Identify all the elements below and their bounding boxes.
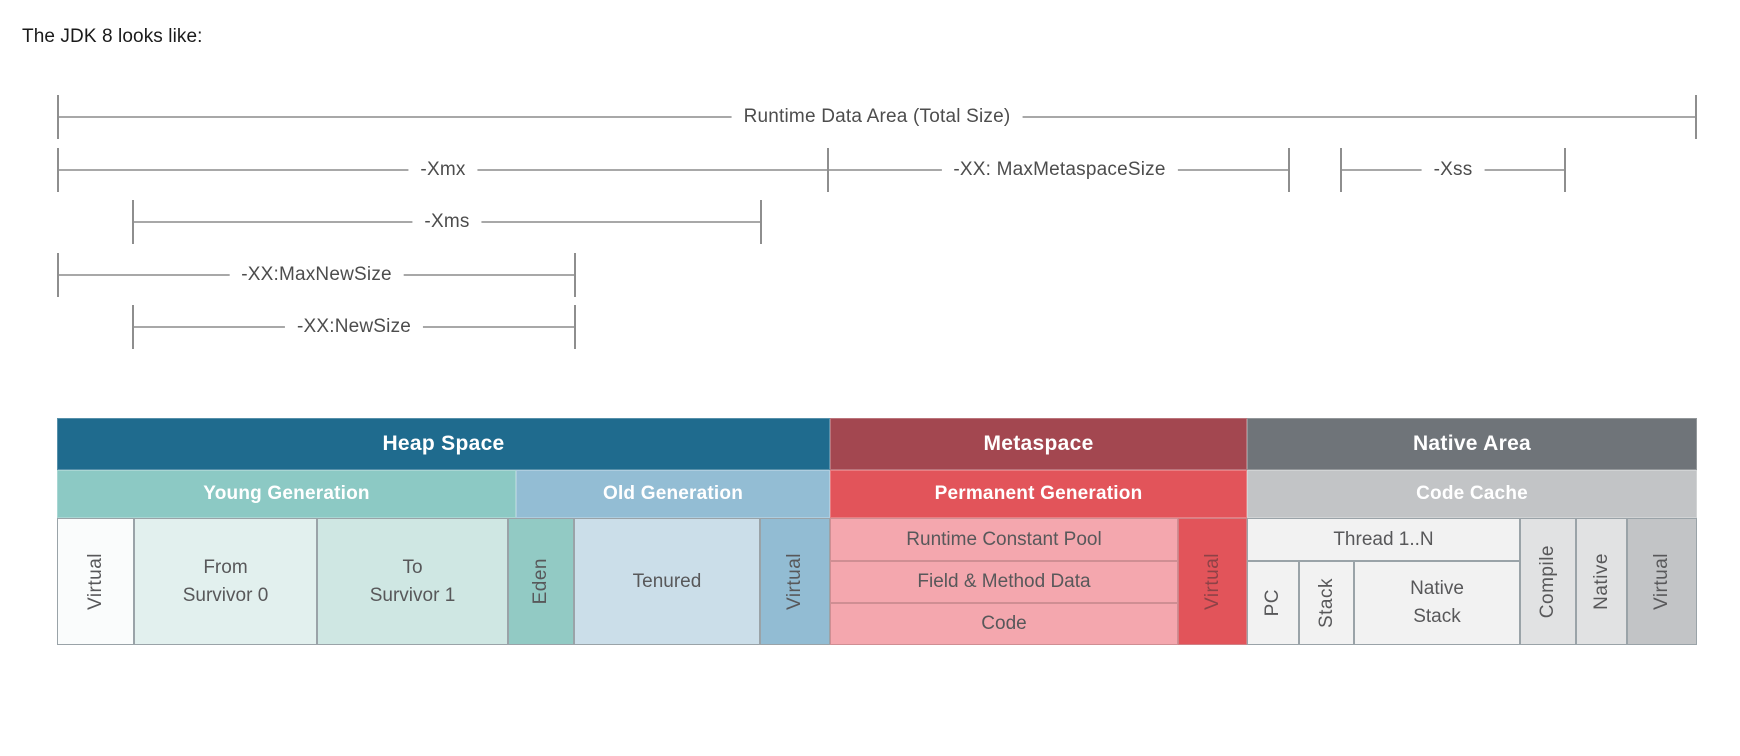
ruler-label: -XX:MaxNewSize — [229, 264, 404, 286]
cell-pc: PC — [1247, 561, 1299, 645]
cell-compile: Compile — [1520, 518, 1576, 645]
ruler-label: -Xmx — [408, 159, 478, 181]
cell-stack: Stack — [1299, 561, 1354, 645]
cell-label: Thread 1..N — [1333, 528, 1434, 550]
cell-metaspace-virtual: Virtual — [1178, 518, 1247, 645]
ruler-max-new-size: -XX:MaxNewSize — [57, 253, 576, 297]
memory-layout-diagram: Heap Space Metaspace Native Area Young G… — [57, 418, 1697, 645]
cell-field-method-data: Field & Method Data — [830, 561, 1178, 603]
ruler-runtime-data-area: Runtime Data Area (Total Size) — [57, 95, 1697, 139]
cell-old-virtual: Virtual — [760, 518, 830, 645]
ruler-label: -XX:NewSize — [284, 316, 424, 338]
region-label: Code Cache — [1416, 483, 1528, 504]
region-label: Old Generation — [602, 483, 744, 504]
cell-label: Tenured — [632, 570, 702, 592]
cell-from-survivor-0: From Survivor 0 — [134, 518, 317, 645]
cell-label: Virtual — [1201, 552, 1223, 610]
region-label: Young Generation — [203, 483, 370, 504]
region-label: Metaspace — [983, 432, 1094, 455]
ruler-label: Runtime Data Area (Total Size) — [731, 106, 1023, 128]
cell-label: Field & Method Data — [917, 571, 1091, 592]
cell-label: To Survivor 1 — [369, 556, 456, 606]
ruler-max-metaspace-size: -XX: MaxMetaspaceSize — [829, 148, 1290, 192]
ruler-xmx: -Xmx — [57, 148, 829, 192]
cell-tenured: Tenured — [574, 518, 760, 645]
region-native-area: Native Area — [1247, 418, 1697, 470]
region-label: Native Area — [1412, 432, 1532, 455]
region-young-generation: Young Generation — [57, 470, 516, 518]
cell-eden: Eden — [508, 518, 574, 645]
ruler-label: -XX: MaxMetaspaceSize — [941, 159, 1178, 181]
cell-native-virtual: Virtual — [1627, 518, 1697, 645]
cell-label: Native — [1590, 553, 1612, 610]
cell-young-virtual: Virtual — [57, 518, 134, 645]
cell-label: Code — [981, 613, 1027, 634]
cell-to-survivor-1: To Survivor 1 — [317, 518, 508, 645]
cell-label: Virtual — [784, 552, 805, 610]
region-label: Heap Space — [382, 432, 505, 455]
cell-label: PC — [1262, 589, 1283, 617]
region-label: Permanent Generation — [934, 483, 1143, 504]
region-code-cache: Code Cache — [1247, 470, 1697, 518]
cell-label: From Survivor 0 — [182, 556, 269, 606]
cell-label: Runtime Constant Pool — [906, 528, 1102, 550]
cell-label: Compile — [1537, 544, 1558, 619]
cell-runtime-constant-pool: Runtime Constant Pool — [830, 518, 1178, 561]
ruler-label: -Xss — [1421, 159, 1485, 181]
cell-native: Native — [1576, 518, 1627, 645]
cell-label: Native Stack — [1410, 578, 1464, 627]
ruler-xss: -Xss — [1340, 148, 1566, 192]
region-permanent-generation: Permanent Generation — [830, 470, 1247, 518]
region-metaspace: Metaspace — [830, 418, 1247, 470]
ruler-new-size: -XX:NewSize — [132, 305, 576, 349]
cell-thread-header: Thread 1..N — [1247, 518, 1520, 561]
cell-label: Virtual — [84, 552, 106, 610]
parameter-rulers: Runtime Data Area (Total Size) -Xmx -XX:… — [0, 0, 1740, 370]
cell-label: Virtual — [1651, 552, 1672, 610]
cell-label: Eden — [530, 558, 551, 605]
cell-code: Code — [830, 603, 1178, 645]
cell-label: Stack — [1315, 577, 1337, 629]
ruler-label: -Xms — [412, 211, 482, 233]
region-old-generation: Old Generation — [516, 470, 830, 518]
cell-native-stack: Native Stack — [1354, 561, 1520, 645]
region-heap-space: Heap Space — [57, 418, 830, 470]
ruler-xms: -Xms — [132, 200, 762, 244]
